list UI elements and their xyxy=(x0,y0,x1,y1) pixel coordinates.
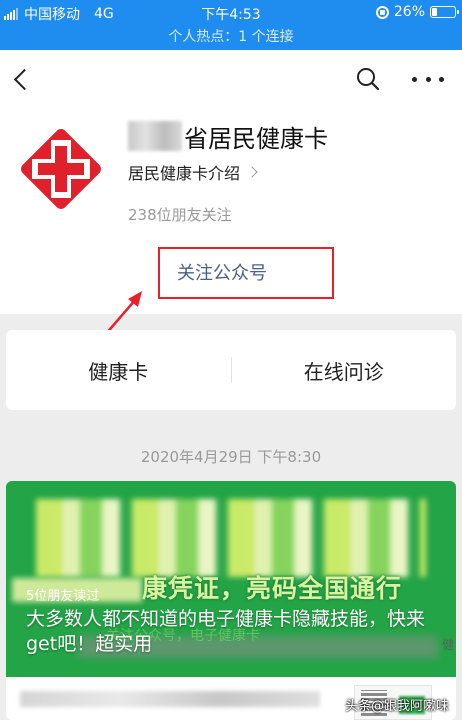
followers-count: 238位朋友关注 xyxy=(128,206,232,224)
article-cover[interactable]: 康凭证，亮码全国通行 5位朋友读过 关注公众号，电子健康卡 大多数人都不知道的电… xyxy=(6,481,456,677)
menu-card: 健康卡 在线问诊 xyxy=(6,330,456,410)
more-button[interactable] xyxy=(412,74,444,84)
read-count: 5位朋友读过 xyxy=(26,589,100,604)
blurred-region xyxy=(36,499,426,577)
account-title: 省居民健康卡 xyxy=(128,120,328,153)
watermark: 头条@跟我阿嗽味 xyxy=(345,699,450,714)
cover-banner-text: 康凭证，亮码全国通行 xyxy=(142,574,403,603)
back-button[interactable] xyxy=(8,64,34,94)
blurred-region xyxy=(20,691,320,707)
search-icon xyxy=(357,68,380,91)
chevron-right-icon xyxy=(246,166,258,178)
message-timestamp: 2020年4月29日 下午8:30 xyxy=(140,448,322,466)
battery-icon xyxy=(430,6,459,18)
blurred-region xyxy=(128,121,182,151)
account-intro-link[interactable]: 居民健康卡介绍 xyxy=(128,160,258,184)
tab-health-card[interactable]: 健康卡 xyxy=(6,356,231,385)
tab-online-consult[interactable]: 在线问诊 xyxy=(232,356,457,385)
status-bar: 中国移动 4G 下午4:53 26% xyxy=(0,0,462,27)
follow-account-button[interactable]: 关注公众号 xyxy=(158,247,334,299)
status-right: 26% xyxy=(375,4,459,20)
account-profile: 省居民健康卡 居民健康卡介绍 238位朋友关注 关注公众号 xyxy=(0,106,462,314)
red-cross-logo xyxy=(21,129,101,209)
intro-link-label: 居民健康卡介绍 xyxy=(128,164,241,183)
search-button[interactable] xyxy=(355,66,381,92)
account-name: 省居民健康卡 xyxy=(184,124,328,153)
article-title[interactable]: 大多数人都不知道的电子健康卡隐藏技能，快来get吧！超实用 xyxy=(26,607,426,657)
hotspot-banner[interactable]: 个人热点：1 个连接 xyxy=(0,27,462,50)
follow-button-label: 关注公众号 xyxy=(177,263,267,284)
more-dots-icon xyxy=(412,76,417,82)
navigation-bar xyxy=(0,50,462,106)
article-card[interactable]: 康凭证，亮码全国通行 5位朋友读过 关注公众号，电子健康卡 大多数人都不知道的电… xyxy=(6,481,456,720)
rotation-lock-icon xyxy=(375,5,389,19)
cover-side-text: 健 xyxy=(441,638,454,652)
battery-percent: 26% xyxy=(393,4,425,20)
